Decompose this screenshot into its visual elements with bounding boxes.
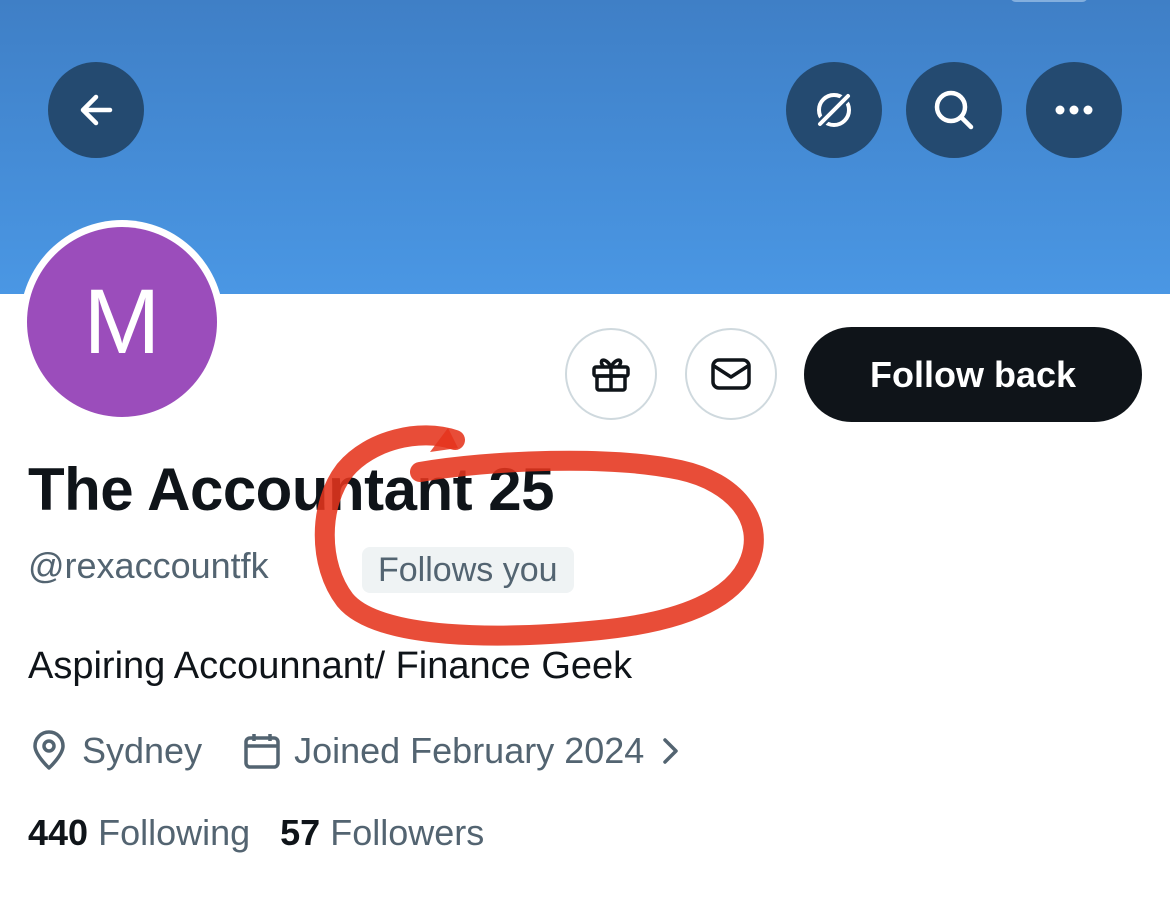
more-horizontal-icon xyxy=(1055,105,1093,115)
grok-icon xyxy=(817,93,851,127)
gift-button[interactable] xyxy=(565,328,657,420)
location-item: Sydney xyxy=(28,730,202,772)
profile-meta: Sydney Joined February 2024 xyxy=(28,726,682,776)
calendar-icon xyxy=(244,734,280,769)
grok-button[interactable] xyxy=(786,62,882,158)
arrow-left-icon xyxy=(80,94,113,126)
user-handle: @rexaccountfk xyxy=(28,545,269,586)
message-button[interactable] xyxy=(685,328,777,420)
following-stat[interactable]: 440 Following xyxy=(28,812,250,854)
following-label: Following xyxy=(98,812,251,853)
search-icon xyxy=(934,90,974,130)
followers-count: 57 xyxy=(280,812,321,853)
joined-item[interactable]: Joined February 2024 xyxy=(242,730,682,772)
status-bar-indicator xyxy=(1010,0,1088,2)
location-text: Sydney xyxy=(82,730,203,771)
avatar[interactable]: M xyxy=(27,227,217,417)
gift-icon xyxy=(592,358,630,392)
profile-bio: Aspiring Accounnant/ Finance Geek xyxy=(28,645,633,687)
display-name: The Accountant 25 xyxy=(28,456,555,523)
chevron-right-icon xyxy=(663,738,679,764)
back-button[interactable] xyxy=(48,62,144,158)
follow-back-button[interactable]: Follow back xyxy=(804,327,1142,422)
follow-stats: 440 Following 57 Followers xyxy=(28,812,484,854)
envelope-icon xyxy=(711,358,751,390)
followers-label: Followers xyxy=(330,812,485,853)
search-button[interactable] xyxy=(906,62,1002,158)
following-count: 440 xyxy=(28,812,89,853)
location-pin-icon xyxy=(33,730,65,770)
follows-you-badge: Follows you xyxy=(362,547,574,593)
avatar-letter: M xyxy=(83,270,161,373)
joined-text: Joined February 2024 xyxy=(294,730,645,771)
more-button[interactable] xyxy=(1026,62,1122,158)
followers-stat[interactable]: 57 Followers xyxy=(280,812,484,854)
